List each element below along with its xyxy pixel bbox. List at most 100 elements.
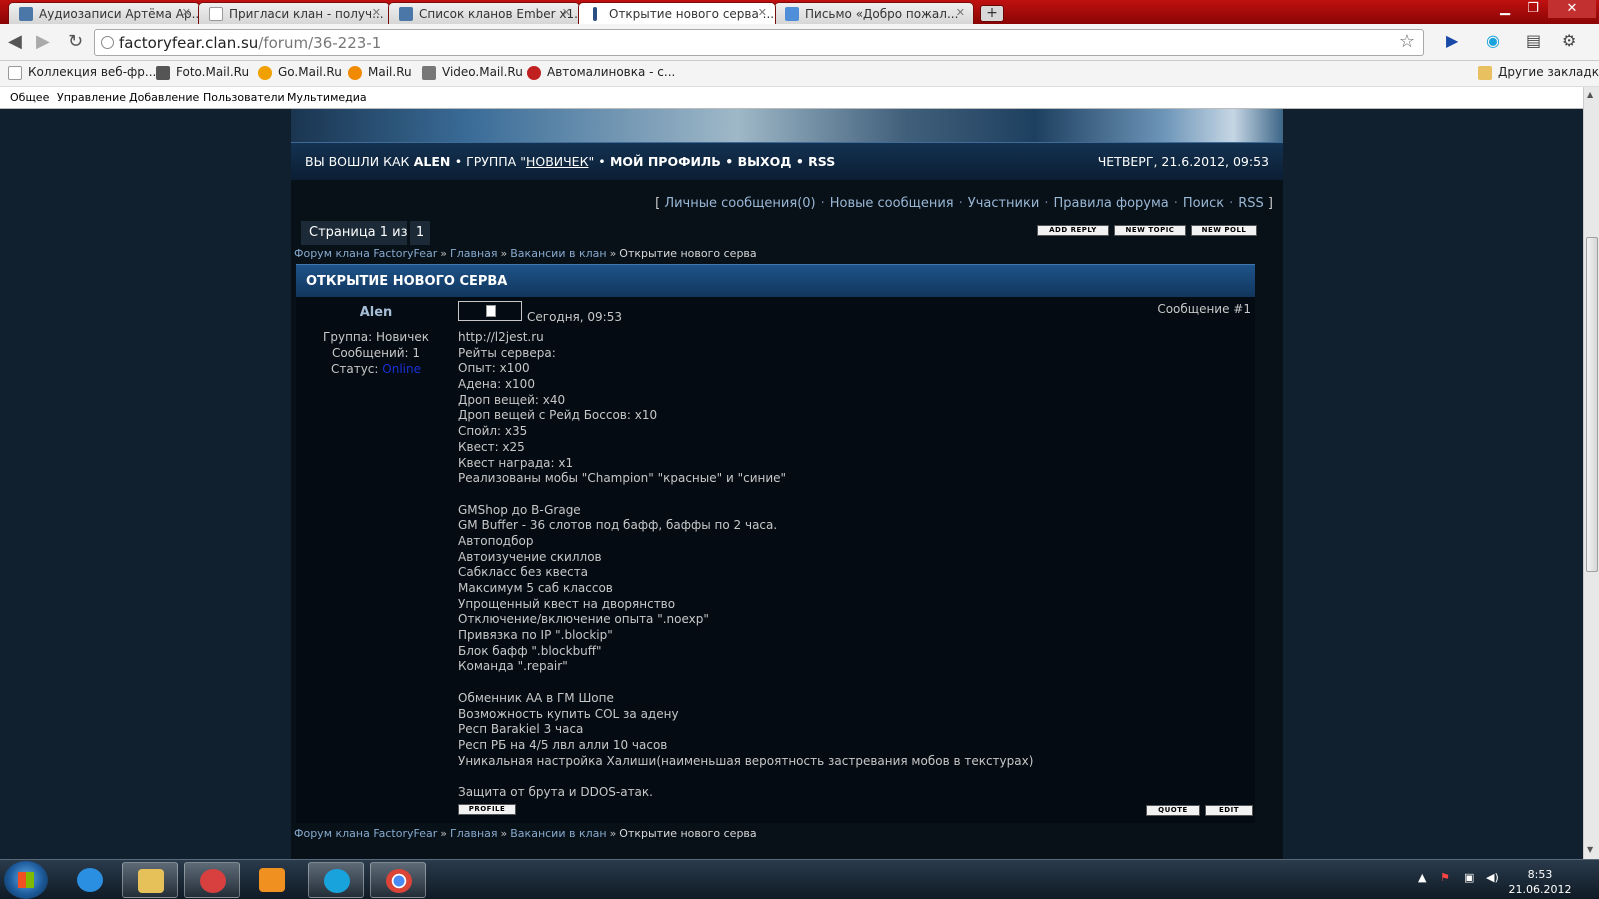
tab-mail-welcome[interactable]: Письмо «Добро пожал... ✕ — [774, 2, 974, 24]
new-tab-button[interactable]: + — [980, 5, 1004, 22]
tab-title: Аудиозаписи Артёма Ар... — [39, 7, 200, 21]
skype-extension-icon[interactable]: ◉ — [1486, 31, 1500, 50]
vk-icon — [19, 7, 33, 21]
new-poll-button[interactable]: NEW POLL — [1191, 225, 1257, 236]
taskbar-media-player[interactable] — [244, 862, 300, 898]
new-messages-link[interactable]: Новые сообщения — [830, 196, 954, 211]
breadcrumb-home[interactable]: Главная — [450, 827, 498, 840]
page-info-icon[interactable] — [101, 36, 114, 49]
ucoz-menu-multimedia[interactable]: Мультимедиа — [287, 91, 367, 104]
wrench-icon[interactable]: ⚙ — [1562, 31, 1576, 50]
group-link[interactable]: НОВИЧЕК — [526, 154, 589, 169]
breadcrumb-current: Открытие нового серва — [619, 827, 757, 840]
taskbar-explorer[interactable] — [122, 862, 178, 898]
breadcrumb-forum[interactable]: Форум клана FactoryFear — [294, 827, 437, 840]
rss-link[interactable]: RSS — [1238, 196, 1264, 211]
search-link[interactable]: Поиск — [1183, 196, 1224, 211]
vertical-scrollbar[interactable]: ▲ ▼ — [1583, 87, 1599, 859]
bookmark-item[interactable]: Автомалиновка - с... — [527, 65, 675, 80]
breadcrumb-section[interactable]: Вакансии в клан — [510, 247, 606, 260]
breadcrumb-home[interactable]: Главная — [450, 247, 498, 260]
clock-time: 8:53 — [1527, 868, 1553, 881]
author-info: Группа: Новичек Сообщений: 1 Статус: Onl… — [296, 329, 456, 377]
post-line: Сабкласс без квеста — [458, 565, 589, 580]
new-topic-button[interactable]: NEW TOPIC — [1114, 225, 1186, 236]
scroll-down-icon[interactable]: ▼ — [1587, 845, 1593, 854]
page-viewport: ВЫ ВОШЛИ КАК ALEN • ГРУППА "НОВИЧЕК" • М… — [0, 109, 1583, 859]
post-number[interactable]: Сообщение #1 — [1157, 302, 1251, 316]
page-number[interactable]: 1 — [410, 221, 430, 245]
tab-clan-list[interactable]: Список кланов Ember x1... ✕ — [388, 2, 580, 24]
tab-invite-clan[interactable]: Пригласи клан - получ... ✕ — [198, 2, 390, 24]
tab-title: Письмо «Добро пожал... — [805, 7, 959, 21]
close-window-icon[interactable]: ✕ — [1548, 0, 1596, 18]
scroll-up-icon[interactable]: ▲ — [1587, 90, 1593, 99]
post-author: Alen Группа: Новичек Сообщений: 1 Статус… — [296, 297, 456, 377]
mail-icon — [785, 7, 799, 21]
action-center-flag-icon[interactable]: ⚑ — [1440, 871, 1450, 884]
start-button[interactable] — [4, 861, 48, 899]
bookmark-star-icon[interactable]: ☆ — [1399, 31, 1415, 52]
restore-icon[interactable]: ❐ — [1520, 0, 1546, 18]
private-messages-link[interactable]: Личные сообщения(0) — [664, 196, 815, 211]
post-line: Рейты сервера: — [458, 345, 556, 360]
system-clock[interactable]: 8:53 21.06.2012 — [1505, 867, 1575, 897]
ucoz-menu-manage[interactable]: Управление — [57, 91, 126, 104]
address-bar[interactable]: factoryfear.clan.su/forum/36-223-1 ☆ — [94, 29, 1424, 56]
author-name[interactable]: Alen — [296, 305, 456, 320]
profile-button[interactable]: PROFILE — [458, 804, 516, 815]
back-icon[interactable]: ◀ — [8, 33, 22, 51]
post-line: Дроп вещей с Рейд Боссов: x10 — [458, 408, 658, 423]
minimize-icon[interactable]: ▁ — [1492, 0, 1518, 18]
status-online: Online — [382, 362, 421, 376]
edit-button[interactable]: EDIT — [1205, 805, 1253, 816]
url-path: /forum/36-223-1 — [258, 34, 382, 52]
tab-open-server[interactable]: Открытие нового серва ... ✕ — [578, 2, 776, 24]
breadcrumb-section[interactable]: Вакансии в клан — [510, 827, 606, 840]
other-bookmarks[interactable]: Другие закладки — [1478, 65, 1599, 80]
my-profile-link[interactable]: МОЙ ПРОФИЛЬ — [610, 154, 721, 169]
ucoz-menu-users[interactable]: Пользователи — [203, 91, 285, 104]
rss-link[interactable]: RSS — [808, 154, 835, 169]
close-icon[interactable]: ✕ — [956, 6, 965, 19]
post-line: Квест: x25 — [458, 439, 525, 454]
bookmark-item[interactable]: Video.Mail.Ru — [422, 65, 523, 80]
play-icon[interactable]: ▶ — [1446, 31, 1458, 50]
members-link[interactable]: Участники — [968, 196, 1040, 211]
taskbar-skype[interactable] — [308, 862, 364, 898]
bookmark-item[interactable]: Коллекция веб-фр... — [8, 65, 156, 80]
logout-link[interactable]: ВЫХОД — [738, 154, 792, 169]
post-line — [458, 487, 1248, 503]
quote-button[interactable]: QUOTE — [1146, 805, 1200, 816]
post-line — [458, 769, 1248, 785]
taskbar-paint[interactable] — [184, 862, 240, 898]
taskbar-internet-explorer[interactable] — [62, 862, 118, 898]
bookmark-item[interactable]: Go.Mail.Ru — [258, 65, 342, 80]
close-icon[interactable]: ✕ — [372, 6, 381, 19]
post-line: Квест награда: x1 — [458, 455, 574, 470]
bookmark-item[interactable]: Mail.Ru — [348, 65, 412, 80]
taskbar-chrome[interactable] — [370, 862, 426, 898]
internet-explorer-icon — [77, 868, 103, 892]
tab-vk-audio[interactable]: Аудиозаписи Артёма Ар... ✕ — [8, 2, 200, 24]
ucoz-menu-add[interactable]: Добавление — [129, 91, 199, 104]
ucoz-menu-general[interactable]: Общее — [10, 91, 49, 104]
scrollbar-thumb[interactable] — [1586, 237, 1598, 572]
forward-icon[interactable]: ▶ — [36, 33, 50, 51]
volume-icon[interactable]: ◀) — [1486, 871, 1499, 884]
forum-rules-link[interactable]: Правила форума — [1053, 196, 1168, 211]
page-menu-icon[interactable]: ▤ — [1526, 31, 1541, 50]
reload-icon[interactable]: ↻ — [68, 33, 83, 51]
post-line: Респ РБ на 4/5 лвл алли 10 часов — [458, 737, 668, 752]
breadcrumb-forum[interactable]: Форум клана FactoryFear — [294, 247, 437, 260]
close-icon[interactable]: ✕ — [182, 6, 191, 19]
bookmark-item[interactable]: Foto.Mail.Ru — [156, 65, 249, 80]
show-hidden-icons[interactable]: ▲ — [1418, 871, 1426, 884]
post-line: Автоизучение скиллов — [458, 549, 602, 564]
add-reply-button[interactable]: ADD REPLY — [1037, 225, 1109, 236]
forum-post: Alen Группа: Новичек Сообщений: 1 Статус… — [296, 297, 1255, 823]
network-icon[interactable]: ▣ — [1464, 871, 1474, 884]
close-icon[interactable]: ✕ — [758, 6, 767, 19]
close-icon[interactable]: ✕ — [562, 6, 571, 19]
windows-taskbar: ▲ ⚑ ▣ ◀) 8:53 21.06.2012 — [0, 859, 1599, 899]
